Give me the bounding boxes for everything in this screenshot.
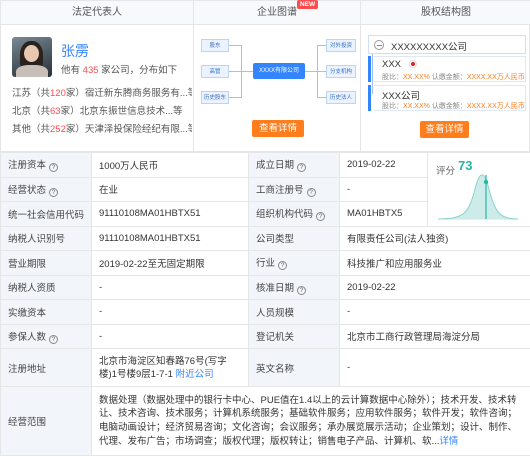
graph-node-branch: 分支机构 <box>326 65 356 78</box>
table-row: 注册资本? 1000万人民币 成立日期? 2019-02-22 评分 73 <box>0 152 530 227</box>
registration-info-table: 注册资本? 1000万人民币 成立日期? 2019-02-22 评分 73 经营… <box>0 152 530 456</box>
staff-size-label: 人员规模 <box>248 299 340 325</box>
established-label: 成立日期? <box>248 152 340 178</box>
english-name-value: - <box>339 348 530 387</box>
english-name-label: 英文名称 <box>248 348 340 387</box>
insured-value: - <box>91 323 249 349</box>
graph-detail-button[interactable]: 查看详情 <box>252 120 304 137</box>
overview-section: 法定代表人 张雳 他有 435 家公司，分布如下 江苏（共120家）宿迁新东腾商… <box>0 0 530 153</box>
equity-heading: 股权结构图 <box>361 1 530 25</box>
collapse-icon[interactable] <box>374 40 384 50</box>
new-badge: NEW <box>297 0 319 9</box>
tax-id-label: 纳税人识别号 <box>0 225 92 251</box>
table-row: 经营范围 数据处理（数据处理中的银行卡中心、PUE值在1.4以上的云计算数据中心… <box>0 386 530 456</box>
help-icon[interactable]: ? <box>49 187 59 197</box>
help-icon[interactable]: ? <box>49 163 59 173</box>
equity-detail-button[interactable]: 查看详情 <box>420 121 469 138</box>
taxpayer-qual-value: - <box>91 274 249 300</box>
table-row: 实缴资本 - 人员规模 - <box>0 299 530 325</box>
biz-reg-no-value: - <box>339 176 428 202</box>
org-code-value: MA01HBTX5 <box>339 201 428 227</box>
help-icon[interactable]: ? <box>278 261 288 271</box>
legal-rep-heading: 法定代表人 <box>1 1 193 25</box>
graph-node-investment: 对外投资 <box>326 39 356 52</box>
equity-holder-person[interactable]: XXX 股比：XX.XX% 认缴金额：XXXX.XX万人民币 <box>374 56 526 82</box>
established-value: 2019-02-22 <box>339 152 428 178</box>
term-label: 营业期限 <box>0 250 92 276</box>
scope-label: 经营范围 <box>0 386 92 456</box>
help-icon[interactable]: ? <box>306 187 316 197</box>
legal-rep-summary: 他有 435 家公司，分布如下 <box>61 65 178 76</box>
help-icon[interactable]: ? <box>297 163 307 173</box>
address-value: 北京市海淀区知春路76号(写字楼)1号楼9层1-7-1 附近公司 <box>91 348 249 387</box>
graph-node-executive: 高管 <box>201 65 229 78</box>
table-row: 营业期限 2019-02-22至无固定期限 行业? 科技推广和应用服务业 <box>0 250 530 276</box>
graph-node-center: XXXX有限公司 <box>253 63 305 79</box>
company-type-value: 有限责任公司(法人独资) <box>339 225 530 251</box>
credit-code-value: 91110108MA01HBTX51 <box>91 201 249 227</box>
reg-authority-value: 北京市工商行政管理局海淀分局 <box>339 323 530 349</box>
equity-company-node[interactable]: XXXXXXXXX公司 <box>368 35 526 54</box>
help-icon[interactable]: ? <box>49 334 59 344</box>
company-info-panel: 法定代表人 张雳 他有 435 家公司，分布如下 江苏（共120家）宿迁新东腾商… <box>0 0 530 456</box>
status-label: 经营状态? <box>0 176 92 202</box>
company-count: 435 <box>82 65 99 76</box>
table-row: 参保人数? - 登记机关 北京市工商行政管理局海淀分局 <box>0 323 530 349</box>
nearby-companies-link[interactable]: 附近公司 <box>176 369 214 380</box>
industry-label: 行业? <box>248 250 340 276</box>
industry-value: 科技推广和应用服务业 <box>339 250 530 276</box>
approval-date-label: 核准日期? <box>248 274 340 300</box>
graph-heading: 企业图谱 NEW <box>194 0 360 25</box>
avatar[interactable] <box>12 37 52 77</box>
org-code-label: 组织机构代码? <box>248 201 340 227</box>
reg-capital-value: 1000万人民币 <box>91 152 249 178</box>
credit-code-label: 统一社会信用代码 <box>0 201 92 227</box>
insured-label: 参保人数? <box>0 323 92 349</box>
table-row: 纳税人识别号 91110108MA01HBTX51 公司类型 有限责任公司(法人… <box>0 225 530 251</box>
graph-node-history-shareholder: 历史股东 <box>201 91 229 104</box>
taxpayer-qual-label: 纳税人资质 <box>0 274 92 300</box>
score-widget[interactable]: 评分 73 <box>427 152 530 227</box>
graph-node-shareholder: 股东 <box>201 39 229 52</box>
paid-capital-label: 实缴资本 <box>0 299 92 325</box>
help-icon[interactable]: ? <box>297 285 307 295</box>
graph-node-history-legal: 历史法人 <box>326 91 356 104</box>
status-value: 在业 <box>91 176 249 202</box>
biz-reg-no-label: 工商注册号? <box>248 176 340 202</box>
region-row-beijing[interactable]: 北京（共63家）北京东振世信息技术...等 <box>12 103 192 117</box>
table-row: 注册地址 北京市海淀区知春路76号(写字楼)1号楼9层1-7-1 附近公司 英文… <box>0 348 530 387</box>
tax-id-value: 91110108MA01HBTX51 <box>91 225 249 251</box>
staff-size-value: - <box>339 299 530 325</box>
address-label: 注册地址 <box>0 348 92 387</box>
score-curve-icon <box>437 174 519 220</box>
region-row-jiangsu[interactable]: 江苏（共120家）宿迁新东腾商务服务有...等 <box>12 85 192 99</box>
paid-capital-value: - <box>91 299 249 325</box>
region-row-other[interactable]: 其他（共252家）天津泽投保险经纪有限...等 <box>12 121 192 135</box>
scope-detail-link[interactable]: 详情 <box>439 436 458 447</box>
company-type-label: 公司类型 <box>248 225 340 251</box>
help-icon[interactable]: ? <box>316 212 326 222</box>
approval-date-value: 2019-02-22 <box>339 274 530 300</box>
flag-icon <box>409 60 418 68</box>
reg-capital-label: 注册资本? <box>0 152 92 178</box>
equity-holder-company[interactable]: XXX公司 股比：XX.XX% 认缴金额：XXXX.XX万人民币 <box>374 85 526 111</box>
term-value: 2019-02-22至无固定期限 <box>91 250 249 276</box>
legal-rep-name[interactable]: 张雳 <box>61 41 89 61</box>
table-row: 纳税人资质 - 核准日期? 2019-02-22 <box>0 274 530 300</box>
scope-value: 数据处理（数据处理中的银行卡中心、PUE值在1.4以上的云计算数据中心除外）；技… <box>91 386 530 456</box>
reg-authority-label: 登记机关 <box>248 323 340 349</box>
